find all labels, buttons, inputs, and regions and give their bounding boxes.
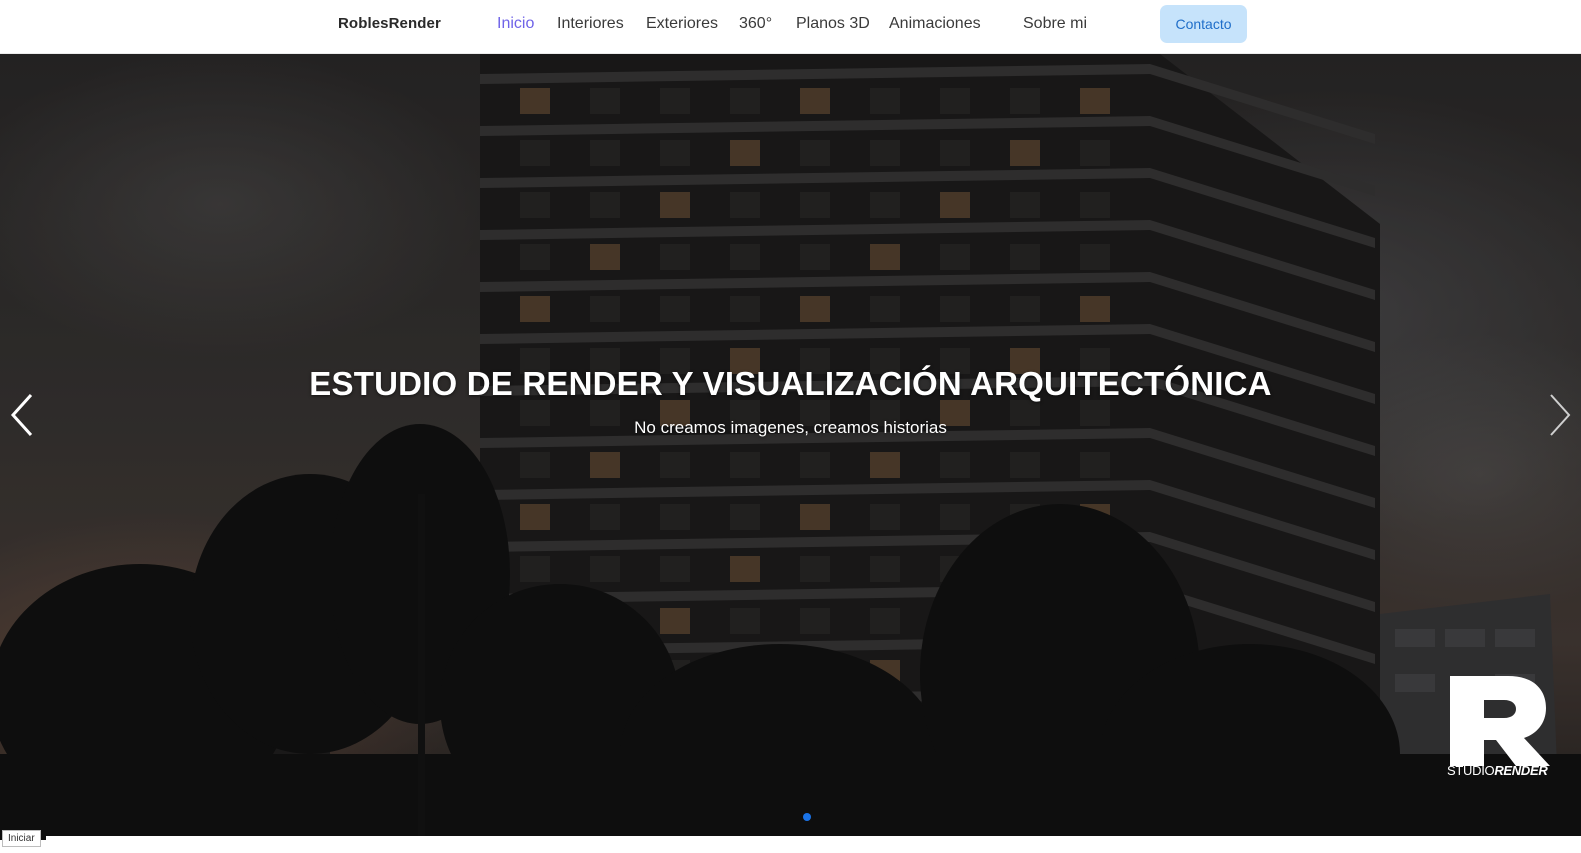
navbar: RoblesRender Inicio Interiores Exteriore… [0,0,1581,54]
logo-wordmark: STUDIORENDER [1447,763,1548,778]
bottom-bar [0,840,1581,853]
carousel-next-button[interactable] [1540,389,1580,441]
nav-link-sobre-mi[interactable]: Sobre mi [1023,15,1087,33]
nav-link-planos-3d[interactable]: Planos 3D [796,15,870,33]
logo-word-studio: STUDIO [1447,763,1495,778]
brand-logo-text[interactable]: RoblesRender [338,15,441,32]
nav-link-interiores[interactable]: Interiores [557,15,624,33]
nav-link-animaciones[interactable]: Animaciones [889,15,981,33]
carousel-prev-button[interactable] [2,389,42,441]
logo-word-render: RENDER [1494,763,1548,778]
nav-link-exteriores[interactable]: Exteriores [646,15,718,33]
nav-link-inicio[interactable]: Inicio [497,15,534,33]
status-chip: Iniciar [2,830,41,847]
chevron-left-icon [10,393,33,437]
contact-button[interactable]: Contacto [1160,5,1247,43]
chevron-right-icon [1550,394,1571,436]
carousel-dot-active[interactable] [803,813,811,821]
hero-carousel: ESTUDIO DE RENDER Y VISUALIZACIÓN ARQUIT… [0,54,1581,840]
carousel-indicators [803,813,813,823]
hero-title: ESTUDIO DE RENDER Y VISUALIZACIÓN ARQUIT… [309,365,1272,402]
hero-dark-overlay [0,54,1581,840]
hero-subtitle: No creamos imagenes, creamos historias [634,418,947,437]
nav-link-360[interactable]: 360° [739,15,772,33]
